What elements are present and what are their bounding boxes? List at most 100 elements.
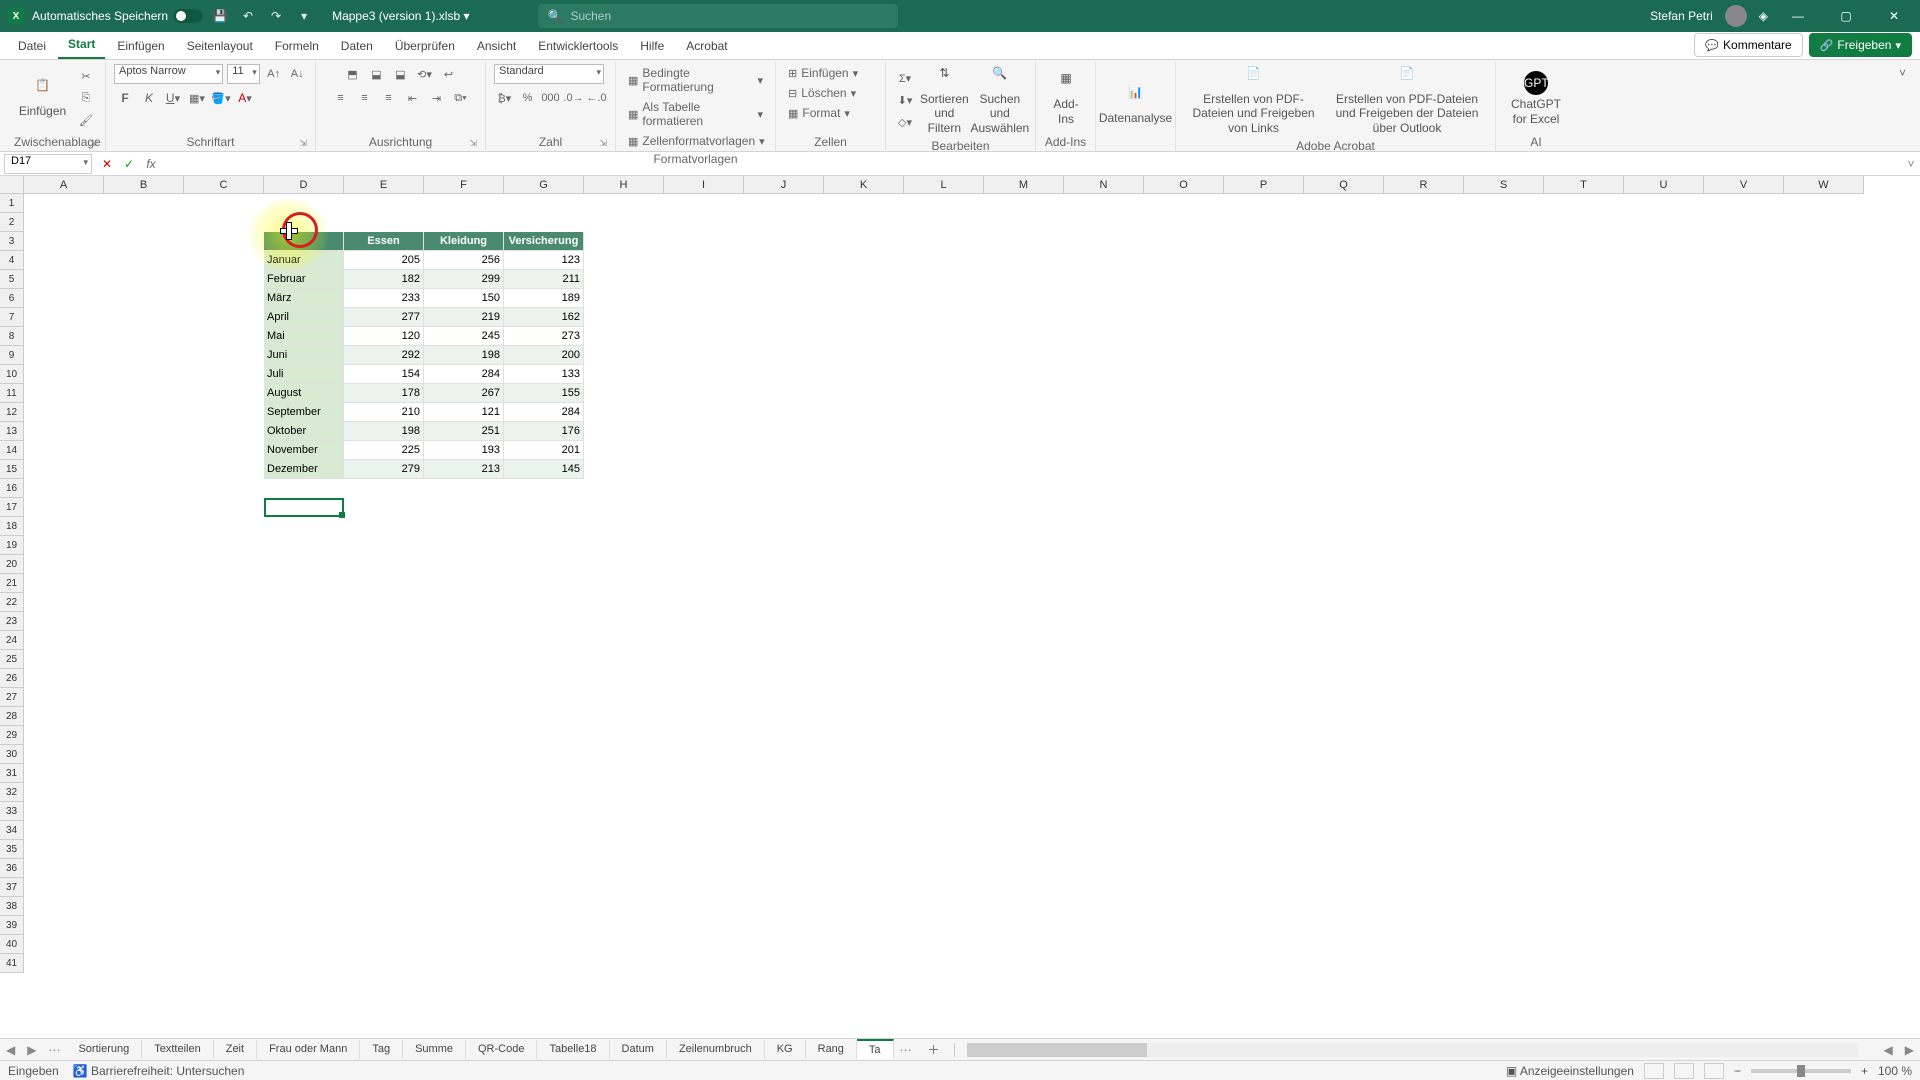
sheet-tab[interactable]: Datum <box>610 1040 667 1059</box>
data-cell[interactable]: 121 <box>424 403 504 422</box>
row-header-6[interactable]: 6 <box>0 289 24 308</box>
sheet-tab[interactable]: QR-Code <box>466 1040 537 1059</box>
row-header-28[interactable]: 28 <box>0 707 24 726</box>
row-header-10[interactable]: 10 <box>0 365 24 384</box>
italic-icon[interactable]: K <box>138 88 160 108</box>
currency-icon[interactable]: ₿▾ <box>494 88 515 108</box>
data-cell[interactable]: 211 <box>504 270 584 289</box>
month-cell[interactable]: August <box>264 384 344 403</box>
ribbon-tab-formeln[interactable]: Formeln <box>265 33 329 59</box>
border-icon[interactable]: ▦▾ <box>186 88 208 108</box>
search-box[interactable]: 🔍 Suchen <box>538 4 898 28</box>
align-left-icon[interactable]: ≡ <box>330 88 352 108</box>
month-cell[interactable]: Mai <box>264 327 344 346</box>
zoom-slider[interactable] <box>1751 1069 1851 1073</box>
shrink-font-icon[interactable]: A↓ <box>287 64 307 84</box>
row-header-16[interactable]: 16 <box>0 479 24 498</box>
col-header-K[interactable]: K <box>824 176 904 194</box>
month-cell[interactable]: November <box>264 441 344 460</box>
user-name[interactable]: Stefan Petri <box>1650 9 1713 23</box>
col-header-H[interactable]: H <box>584 176 664 194</box>
sheet-tab[interactable]: Rang <box>806 1040 857 1059</box>
row-header-34[interactable]: 34 <box>0 821 24 840</box>
underline-icon[interactable]: U▾ <box>162 88 184 108</box>
row-header-27[interactable]: 27 <box>0 688 24 707</box>
row-header-30[interactable]: 30 <box>0 745 24 764</box>
align-right-icon[interactable]: ≡ <box>378 88 400 108</box>
table-header[interactable]: Versicherung <box>504 232 584 251</box>
wrap-text-icon[interactable]: ↩ <box>438 64 460 84</box>
data-cell[interactable]: 267 <box>424 384 504 403</box>
close-button[interactable]: ✕ <box>1876 2 1912 30</box>
scroll-right[interactable]: ▶ <box>1899 1043 1920 1057</box>
undo-icon[interactable]: ↶ <box>238 6 258 26</box>
data-cell[interactable]: 219 <box>424 308 504 327</box>
find-select-button[interactable]: 🔍Suchen und Auswählen <box>973 64 1027 137</box>
data-cell[interactable]: 284 <box>504 403 584 422</box>
col-header-F[interactable]: F <box>424 176 504 194</box>
font-color-icon[interactable]: A▾ <box>234 88 256 108</box>
fx-icon[interactable]: fx <box>140 154 162 174</box>
col-header-B[interactable]: B <box>104 176 184 194</box>
grow-font-icon[interactable]: A↑ <box>264 64 284 84</box>
row-header-4[interactable]: 4 <box>0 251 24 270</box>
data-cell[interactable]: 155 <box>504 384 584 403</box>
data-cell[interactable]: 162 <box>504 308 584 327</box>
col-header-E[interactable]: E <box>344 176 424 194</box>
maximize-button[interactable]: ▢ <box>1828 2 1864 30</box>
clear-icon[interactable]: ◇▾ <box>894 113 916 133</box>
ribbon-tab-hilfe[interactable]: Hilfe <box>630 33 674 59</box>
data-cell[interactable]: 279 <box>344 460 424 479</box>
row-header-1[interactable]: 1 <box>0 194 24 213</box>
orientation-icon[interactable]: ⟲▾ <box>414 64 436 84</box>
sort-filter-button[interactable]: ⇅Sortieren und Filtern <box>920 64 969 137</box>
sheet-tab[interactable]: KG <box>765 1040 806 1059</box>
data-cell[interactable]: 284 <box>424 365 504 384</box>
row-header-14[interactable]: 14 <box>0 441 24 460</box>
copy-icon[interactable]: ⎘ <box>75 89 97 109</box>
spreadsheet-grid[interactable]: ABCDEFGHIJKLMNOPQRSTUVW 1234567891011121… <box>0 176 1920 1042</box>
row-header-17[interactable]: 17 <box>0 498 24 517</box>
col-header-I[interactable]: I <box>664 176 744 194</box>
align-center-icon[interactable]: ≡ <box>354 88 376 108</box>
sheet-tab[interactable]: Ta <box>857 1039 894 1059</box>
font-size-combo[interactable]: 11 <box>227 64 260 84</box>
format-cells[interactable]: ▦ Format ▾ <box>784 104 877 122</box>
zoom-in-icon[interactable]: + <box>1861 1064 1868 1078</box>
row-header-29[interactable]: 29 <box>0 726 24 745</box>
col-header-L[interactable]: L <box>904 176 984 194</box>
chatgpt-button[interactable]: GPTChatGPT for Excel <box>1504 69 1568 128</box>
row-header-9[interactable]: 9 <box>0 346 24 365</box>
data-cell[interactable]: 201 <box>504 441 584 460</box>
col-header-S[interactable]: S <box>1464 176 1544 194</box>
bold-icon[interactable]: F <box>114 88 136 108</box>
acrobat-pdf-links[interactable]: 📄Erstellen von PDF-Dateien und Freigeben… <box>1184 64 1323 137</box>
row-header-36[interactable]: 36 <box>0 859 24 878</box>
comments-button[interactable]: 💬 Kommentare <box>1694 33 1802 57</box>
row-header-18[interactable]: 18 <box>0 517 24 536</box>
row-header-21[interactable]: 21 <box>0 574 24 593</box>
ribbon-tab-einfügen[interactable]: Einfügen <box>107 33 174 59</box>
col-header-R[interactable]: R <box>1384 176 1464 194</box>
data-cell[interactable]: 176 <box>504 422 584 441</box>
col-header-A[interactable]: A <box>24 176 104 194</box>
data-cell[interactable]: 198 <box>424 346 504 365</box>
cancel-icon[interactable]: ✕ <box>96 154 118 174</box>
row-header-12[interactable]: 12 <box>0 403 24 422</box>
format-as-table[interactable]: ▦ Als Tabelle formatieren ▾ <box>624 98 767 130</box>
formula-input[interactable] <box>162 154 1902 174</box>
autosave-toggle[interactable]: Automatisches Speichern <box>32 9 202 23</box>
select-all-corner[interactable] <box>0 176 24 194</box>
data-cell[interactable]: 251 <box>424 422 504 441</box>
autosum-icon[interactable]: Σ▾ <box>894 69 916 89</box>
data-cell[interactable]: 205 <box>344 251 424 270</box>
ribbon-tab-acrobat[interactable]: Acrobat <box>676 33 737 59</box>
ribbon-tab-seitenlayout[interactable]: Seitenlayout <box>177 33 263 59</box>
expand-formula-icon[interactable]: ˅ <box>1902 157 1920 171</box>
display-settings[interactable]: ▣ Anzeigeeinstellungen <box>1506 1064 1634 1078</box>
row-header-7[interactable]: 7 <box>0 308 24 327</box>
col-header-P[interactable]: P <box>1224 176 1304 194</box>
ribbon-tab-ansicht[interactable]: Ansicht <box>467 33 526 59</box>
row-header-40[interactable]: 40 <box>0 935 24 954</box>
data-analysis-button[interactable]: 📊Datenanalyse <box>1104 83 1167 127</box>
